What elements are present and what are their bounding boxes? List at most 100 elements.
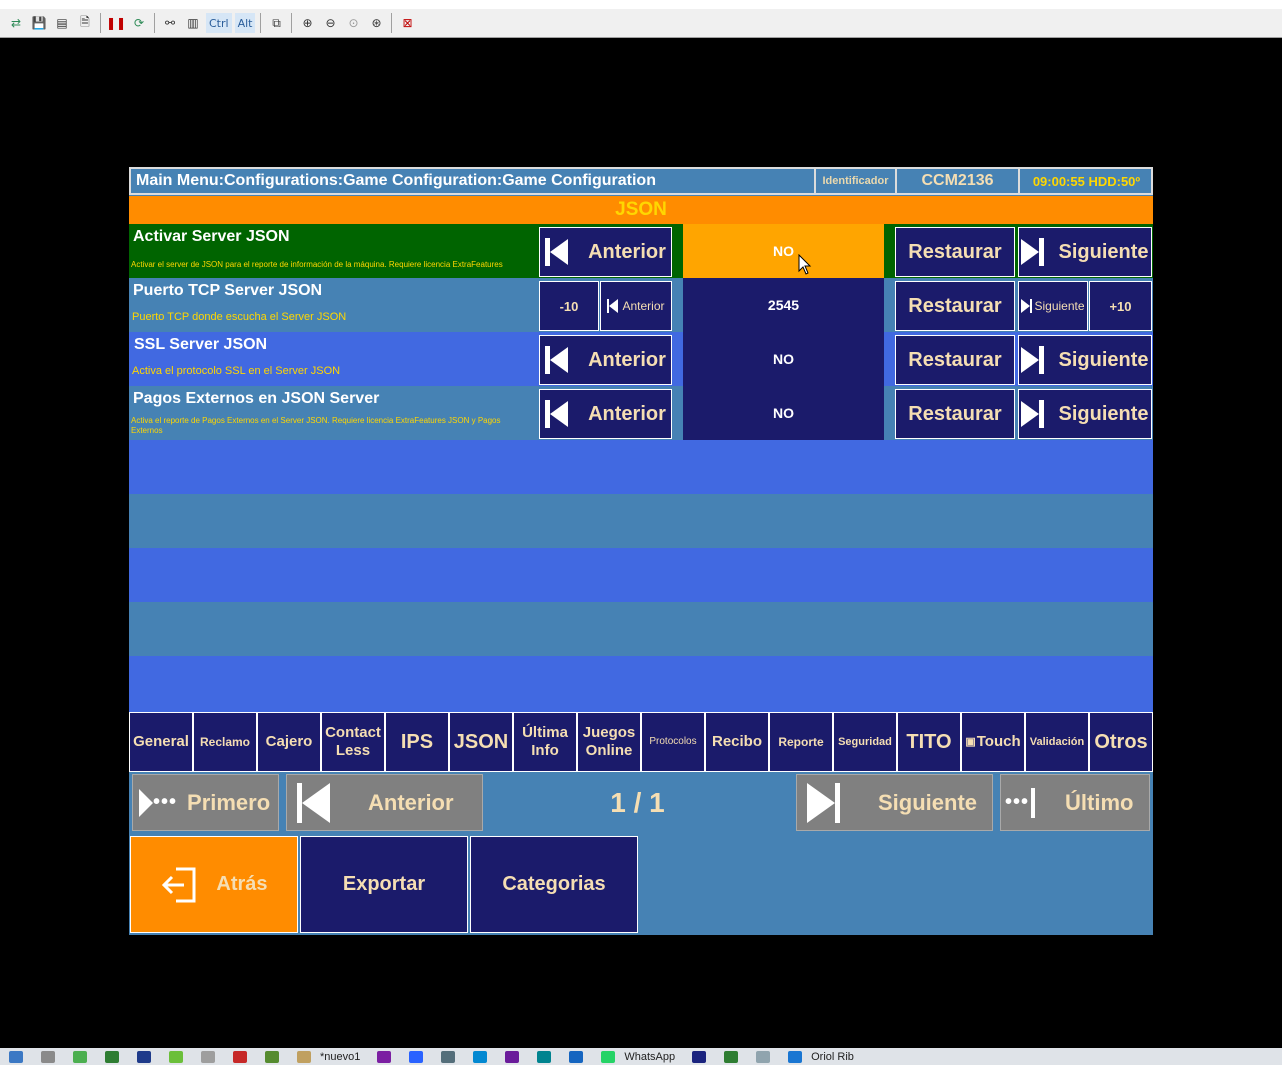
setting-title: SSL Server JSON bbox=[134, 336, 268, 353]
app-icon[interactable] bbox=[265, 1050, 279, 1063]
tab-validacion[interactable]: Validación bbox=[1025, 712, 1089, 772]
taskbar-item-oriol[interactable]: Oriol Rib bbox=[811, 1051, 854, 1063]
app-icon[interactable] bbox=[297, 1050, 311, 1063]
restore-button[interactable]: Restaurar bbox=[895, 389, 1015, 439]
setting-row-pagos-externos: Pagos Externos en JSON Server Activa el … bbox=[129, 386, 1153, 440]
search-doc-icon[interactable]: ▥ bbox=[183, 13, 203, 33]
tab-ultima-info[interactable]: Última Info bbox=[513, 712, 577, 772]
tab-general[interactable]: General bbox=[129, 712, 193, 772]
app-icon[interactable] bbox=[473, 1050, 488, 1063]
back-button[interactable]: Atrás bbox=[130, 836, 298, 933]
copy-doc-icon[interactable]: ▤ bbox=[52, 13, 72, 33]
taskbar-item-notepad[interactable]: *nuevo1 bbox=[320, 1051, 360, 1063]
tab-contact-less[interactable]: Contact Less bbox=[321, 712, 385, 772]
identifier-label: Identificador bbox=[814, 169, 895, 193]
arrow-right-icon bbox=[1021, 347, 1040, 373]
last-page-button[interactable]: ••• Último bbox=[1000, 774, 1150, 831]
section-title: JSON bbox=[129, 196, 1153, 224]
app-icon[interactable] bbox=[724, 1050, 739, 1063]
app-icon[interactable] bbox=[377, 1050, 392, 1063]
zoom-in-icon[interactable]: ⊕ bbox=[297, 13, 317, 33]
tab-ips[interactable]: IPS bbox=[385, 712, 449, 772]
next-button[interactable]: Siguiente bbox=[1018, 227, 1152, 277]
plus-10-button[interactable]: +10 bbox=[1089, 281, 1152, 331]
app-icon[interactable] bbox=[537, 1050, 552, 1063]
app-icon[interactable] bbox=[569, 1050, 584, 1063]
value-display[interactable]: NO bbox=[683, 332, 884, 386]
restore-button[interactable]: Restaurar bbox=[895, 335, 1015, 385]
clipboard-icon[interactable]: ⧉ bbox=[266, 13, 286, 33]
app-icon[interactable] bbox=[137, 1050, 151, 1063]
taskbar-item-whatsapp[interactable]: WhatsApp bbox=[624, 1051, 675, 1063]
app-icon[interactable] bbox=[409, 1050, 424, 1063]
toolbar: ⇄ 💾 ▤ 🗎 ❚❚ ⟳ ⚯ ▥ Ctrl Alt ⧉ ⊕ ⊖ ⊙ ⊛ ⊠ bbox=[0, 9, 1282, 38]
app-icon[interactable] bbox=[505, 1050, 520, 1063]
save-icon[interactable]: 💾 bbox=[29, 13, 49, 33]
tab-protocolos[interactable]: Protocolos bbox=[641, 712, 705, 772]
tab-seguridad[interactable]: Seguridad bbox=[833, 712, 897, 772]
empty-row bbox=[129, 548, 1153, 602]
app-icon[interactable] bbox=[41, 1050, 55, 1063]
app-icon[interactable] bbox=[692, 1050, 707, 1063]
binoculars-icon[interactable]: ⚯ bbox=[160, 13, 180, 33]
restore-button[interactable]: Restaurar bbox=[895, 227, 1015, 277]
previous-button[interactable]: Anterior bbox=[539, 389, 672, 439]
tab-reclamo[interactable]: Reclamo bbox=[193, 712, 257, 772]
value-display[interactable]: NO bbox=[683, 386, 884, 440]
arrow-left-icon bbox=[550, 347, 569, 373]
app-icon[interactable] bbox=[788, 1050, 803, 1063]
app-icon[interactable] bbox=[756, 1050, 771, 1063]
value-display[interactable]: 2545 bbox=[683, 278, 884, 332]
zoom-out-icon[interactable]: ⊖ bbox=[320, 13, 340, 33]
tab-touch[interactable]: ▣ Touch bbox=[961, 712, 1025, 772]
value-display[interactable]: NO bbox=[683, 224, 884, 278]
tab-json[interactable]: JSON bbox=[449, 712, 513, 772]
skip-forward-icon bbox=[1039, 400, 1045, 428]
app-icon[interactable] bbox=[169, 1050, 183, 1063]
tab-tito[interactable]: TITO bbox=[897, 712, 961, 772]
tab-otros[interactable]: Otros bbox=[1089, 712, 1153, 772]
toolbar-separator bbox=[391, 13, 393, 33]
first-page-icon: ••• bbox=[139, 788, 177, 817]
pause-icon[interactable]: ❚❚ bbox=[106, 13, 126, 33]
previous-page-button[interactable]: Anterior bbox=[286, 774, 483, 831]
categories-button[interactable]: Categorias bbox=[470, 836, 638, 933]
app-icon[interactable] bbox=[9, 1050, 23, 1063]
skip-back-icon bbox=[607, 299, 619, 313]
whatsapp-icon[interactable] bbox=[601, 1050, 616, 1063]
first-page-button[interactable]: ••• Primero bbox=[132, 774, 279, 831]
ctrl-key-button[interactable]: Ctrl bbox=[206, 13, 232, 33]
tab-reporte[interactable]: Reporte bbox=[769, 712, 833, 772]
app-icon[interactable] bbox=[441, 1050, 456, 1063]
alt-key-button[interactable]: Alt bbox=[234, 13, 256, 33]
restore-button[interactable]: Restaurar bbox=[895, 281, 1015, 331]
next-button[interactable]: Siguiente bbox=[1018, 335, 1152, 385]
empty-row bbox=[129, 602, 1153, 656]
export-button[interactable]: Exportar bbox=[300, 836, 468, 933]
fullscreen-icon[interactable]: ⊠ bbox=[397, 13, 417, 33]
next-page-button[interactable]: Siguiente bbox=[796, 774, 993, 831]
tab-recibo[interactable]: Recibo bbox=[705, 712, 769, 772]
refresh-icon[interactable]: ⟳ bbox=[129, 13, 149, 33]
app-icon[interactable] bbox=[73, 1050, 87, 1063]
next-button[interactable]: Siguiente bbox=[1018, 389, 1152, 439]
zoom-fit-icon[interactable]: ⊙ bbox=[343, 13, 363, 33]
app-icon[interactable] bbox=[105, 1050, 119, 1063]
previous-button[interactable]: Anterior bbox=[600, 281, 672, 331]
setting-description: Activa el protocolo SSL en el Server JSO… bbox=[132, 365, 341, 377]
zoom-custom-icon[interactable]: ⊛ bbox=[366, 13, 386, 33]
tab-juegos-online[interactable]: Juegos Online bbox=[577, 712, 641, 772]
export-icon[interactable]: ⇄ bbox=[6, 13, 26, 33]
arrow-left-icon bbox=[550, 401, 569, 427]
previous-button[interactable]: Anterior bbox=[539, 335, 672, 385]
game-config-panel: Main Menu:Configurations:Game Configurat… bbox=[129, 167, 1153, 935]
previous-page-icon bbox=[297, 782, 330, 823]
app-icon[interactable] bbox=[201, 1050, 215, 1063]
next-button[interactable]: Siguiente bbox=[1018, 281, 1088, 331]
breadcrumb: Main Menu:Configurations:Game Configurat… bbox=[136, 172, 656, 189]
info-doc-icon[interactable]: 🗎 bbox=[75, 13, 95, 33]
tab-cajero[interactable]: Cajero bbox=[257, 712, 321, 772]
previous-button[interactable]: Anterior bbox=[539, 227, 672, 277]
minus-10-button[interactable]: -10 bbox=[539, 281, 599, 331]
app-icon[interactable] bbox=[233, 1050, 247, 1063]
